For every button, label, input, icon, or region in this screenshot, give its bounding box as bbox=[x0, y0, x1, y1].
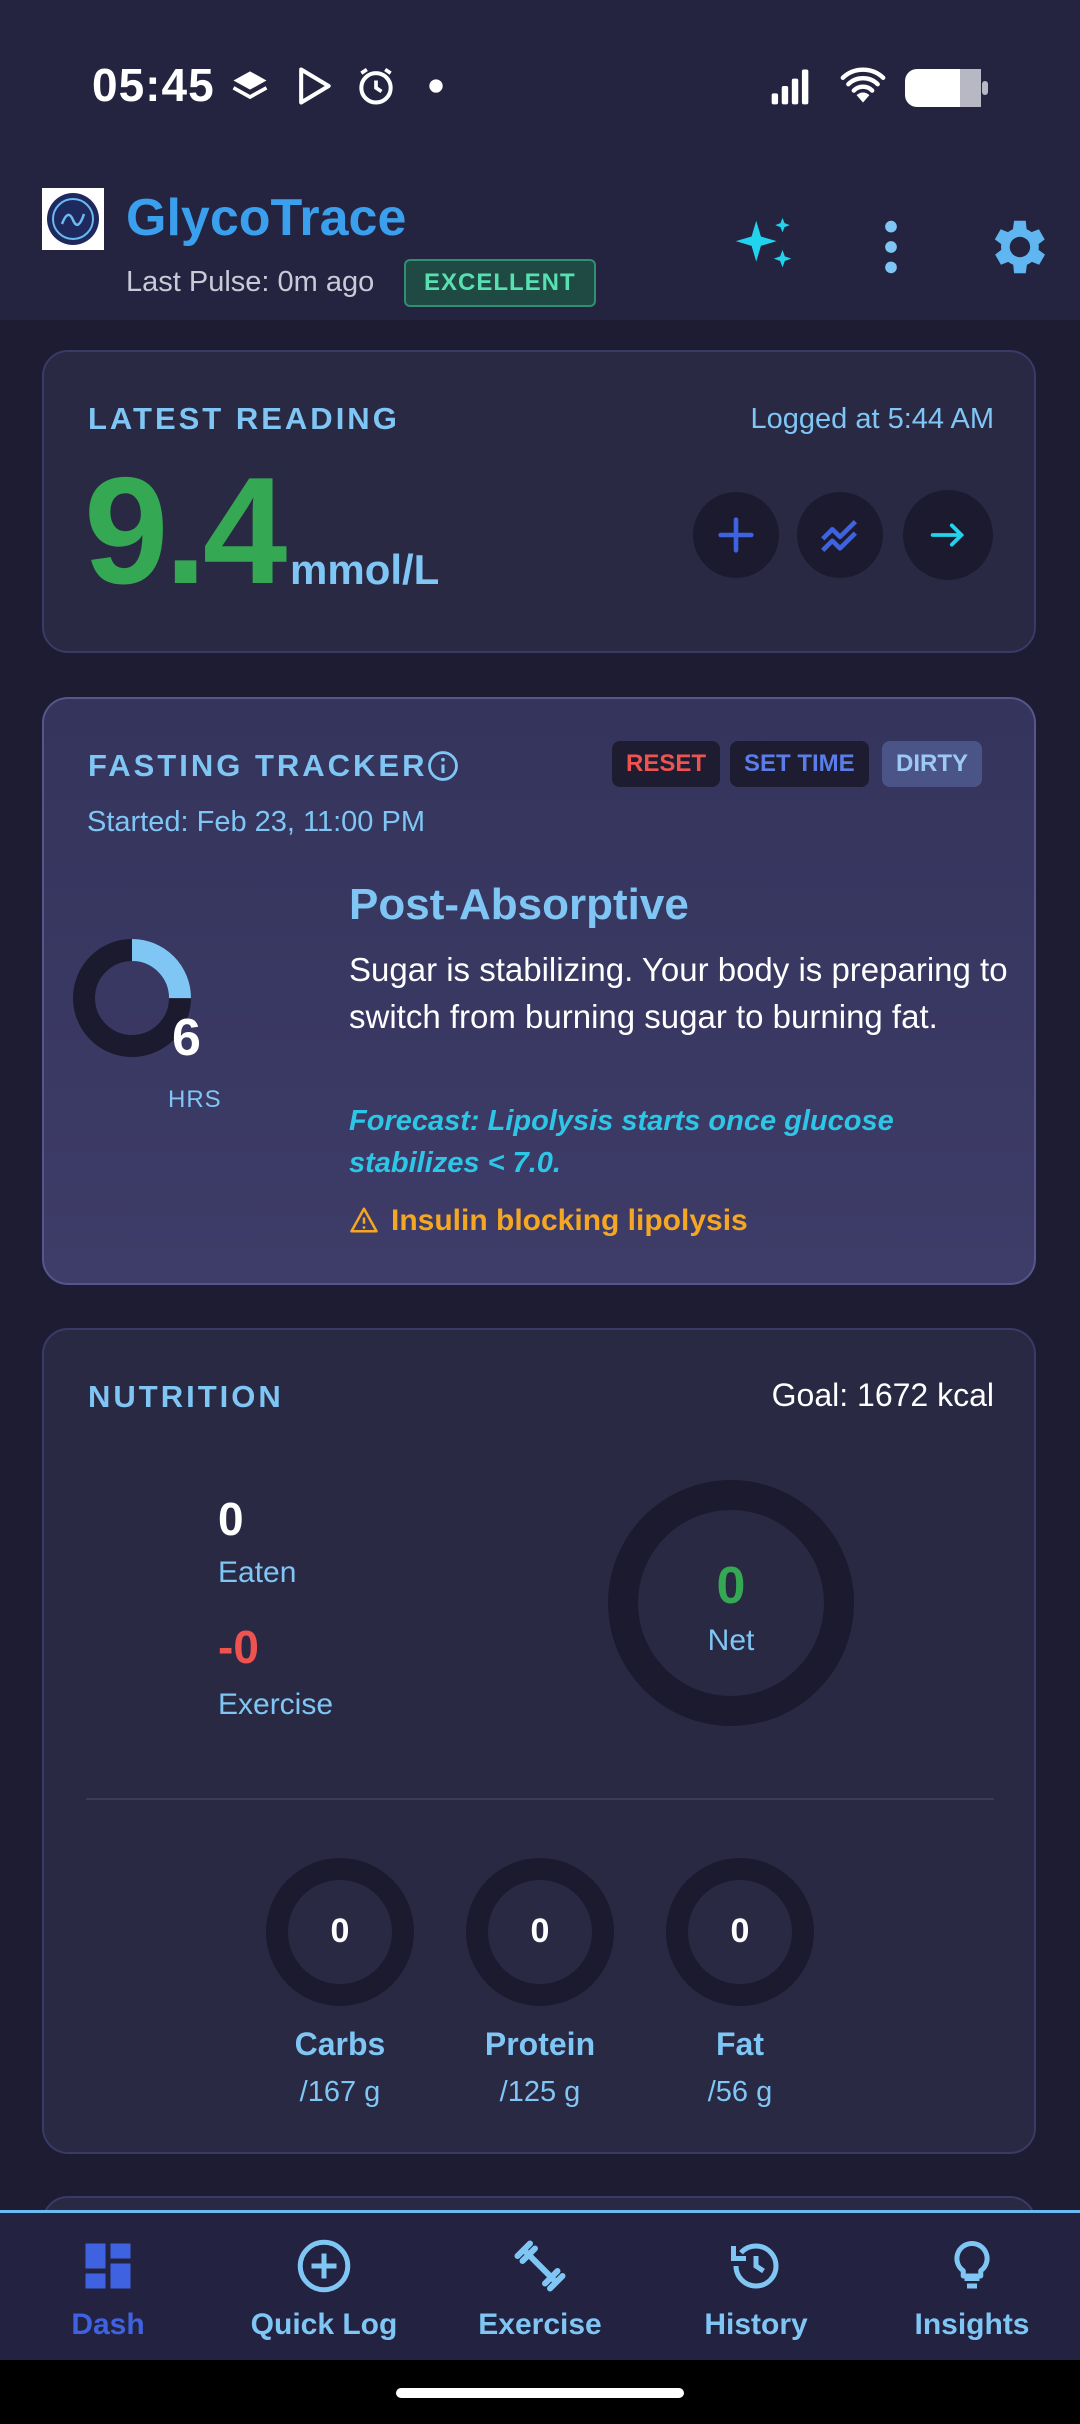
dot-icon bbox=[416, 64, 456, 108]
alarm-icon bbox=[354, 64, 398, 108]
fasting-hours-value: 6 bbox=[172, 1009, 201, 1067]
dumbbell-icon bbox=[514, 2240, 566, 2292]
fasting-phase-description: Sugar is stabilizing. Your body is prepa… bbox=[349, 951, 1008, 1035]
signal-icon bbox=[768, 64, 812, 108]
lightbulb-icon bbox=[954, 2240, 990, 2289]
nav-quick-log-label: Quick Log bbox=[250, 2308, 398, 2341]
fat-label: Fat bbox=[716, 2026, 764, 2062]
trend-chart-icon bbox=[821, 519, 857, 552]
info-icon[interactable] bbox=[426, 749, 460, 783]
warning-icon bbox=[349, 1205, 379, 1235]
exercise-label: Exercise bbox=[218, 1688, 334, 1721]
battery-icon bbox=[904, 68, 990, 108]
app-logo bbox=[42, 188, 104, 250]
app-title: GlycoTrace bbox=[126, 189, 407, 247]
play-store-icon bbox=[292, 64, 336, 108]
nav-quick-log[interactable]: Quick Log bbox=[216, 2230, 432, 2350]
protein-label: Protein bbox=[484, 2026, 596, 2062]
arrow-right-icon bbox=[930, 523, 965, 547]
fasting-tracker-label: FASTING TRACKER bbox=[88, 748, 428, 783]
reset-button[interactable]: RESET bbox=[612, 741, 721, 787]
settings-icon[interactable] bbox=[982, 212, 1052, 282]
set-time-button[interactable]: SET TIME bbox=[730, 741, 869, 787]
status-time: 05:45 bbox=[92, 59, 215, 111]
fat-value: 0 bbox=[730, 1912, 750, 1950]
protein-goal: /125 g bbox=[499, 2076, 581, 2108]
wifi-icon bbox=[838, 64, 888, 108]
stack-notification-icon bbox=[228, 64, 272, 108]
add-circle-icon bbox=[297, 2239, 351, 2293]
nav-history-label: History bbox=[704, 2308, 808, 2341]
fasting-phase-title: Post-Absorptive bbox=[349, 880, 689, 929]
plus-icon bbox=[718, 517, 754, 553]
sparkle-icon[interactable] bbox=[730, 212, 800, 282]
carbs-label: Carbs bbox=[294, 2026, 386, 2062]
trend-button[interactable] bbox=[797, 492, 883, 578]
dirty-button[interactable]: DIRTY bbox=[882, 741, 982, 787]
protein-value: 0 bbox=[530, 1912, 550, 1950]
history-icon bbox=[731, 2243, 779, 2289]
nutrition-divider bbox=[86, 1798, 994, 1800]
nav-dash-label: Dash bbox=[71, 2308, 145, 2341]
nav-dash[interactable]: Dash bbox=[0, 2230, 216, 2350]
fasting-warning: Insulin blocking lipolysis bbox=[391, 1204, 748, 1237]
more-vert-icon[interactable] bbox=[856, 212, 926, 282]
nav-history[interactable]: History bbox=[648, 2230, 864, 2350]
nav-insights[interactable]: Insights bbox=[864, 2230, 1080, 2350]
reading-value: 9.4 bbox=[84, 446, 287, 616]
nav-exercise[interactable]: Exercise bbox=[432, 2230, 648, 2350]
dashboard-icon bbox=[85, 2243, 131, 2289]
fasting-started-text: Started: Feb 23, 11:00 PM bbox=[87, 806, 425, 838]
eaten-label: Eaten bbox=[218, 1556, 297, 1589]
carbs-goal: /167 g bbox=[299, 2076, 381, 2108]
latest-reading-label: LATEST READING bbox=[88, 401, 400, 436]
fat-goal: /56 g bbox=[707, 2076, 773, 2108]
fasting-forecast: Forecast: Lipolysis starts once glucose … bbox=[349, 1105, 894, 1179]
nav-exercise-label: Exercise bbox=[478, 2308, 602, 2341]
net-value: 0 bbox=[716, 1557, 746, 1615]
net-label: Net bbox=[707, 1624, 755, 1657]
home-indicator[interactable] bbox=[396, 2388, 684, 2398]
exercise-value: -0 bbox=[218, 1621, 259, 1673]
logged-at-text: Logged at 5:44 AM bbox=[750, 403, 994, 435]
status-badge: EXCELLENT bbox=[404, 259, 596, 307]
carbs-value: 0 bbox=[330, 1912, 350, 1950]
fasting-hours-label: HRS bbox=[168, 1086, 222, 1113]
nav-insights-label: Insights bbox=[914, 2308, 1030, 2341]
add-reading-button[interactable] bbox=[693, 492, 779, 578]
calorie-goal: Goal: 1672 kcal bbox=[771, 1377, 994, 1413]
reading-unit: mmol/L bbox=[290, 546, 440, 593]
view-details-button[interactable] bbox=[903, 490, 993, 580]
last-pulse-text: Last Pulse: 0m ago bbox=[126, 266, 375, 298]
nutrition-label: NUTRITION bbox=[88, 1379, 284, 1414]
eaten-value: 0 bbox=[218, 1493, 244, 1545]
